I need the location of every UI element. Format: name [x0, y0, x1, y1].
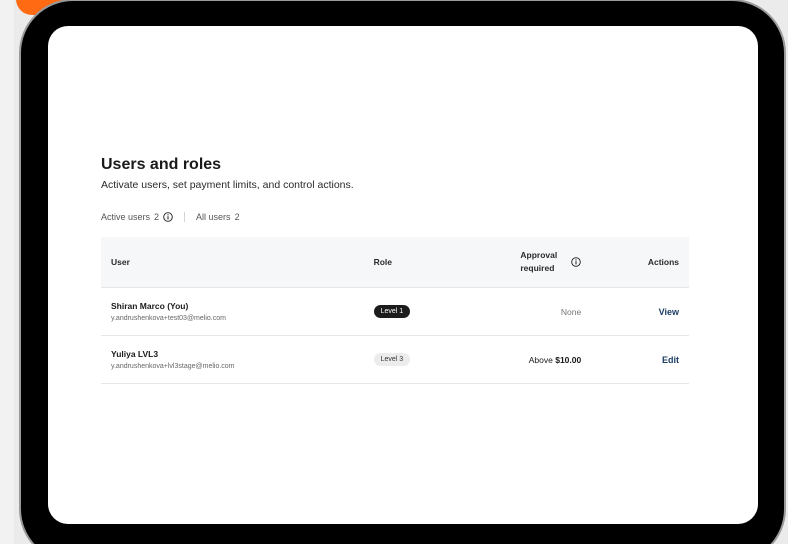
header-user: User	[101, 237, 364, 288]
role-cell: Level 1	[363, 287, 462, 336]
table-header-row: User Role Approval required Actions	[101, 237, 689, 288]
filter-all-label: All users	[196, 212, 231, 222]
header-approval-line1: Approval	[520, 250, 558, 260]
users-roles-content: Users and roles Activate users, set paym…	[101, 156, 689, 384]
header-approval-text: Approval required	[520, 249, 557, 275]
action-cell: Edit	[591, 335, 689, 384]
role-cell: Level 3	[363, 335, 462, 384]
filter-all-count: 2	[234, 212, 240, 222]
action-cell: View	[591, 287, 689, 336]
left-strip	[0, 0, 14, 544]
page-title: Users and roles	[101, 156, 222, 173]
filter-active-label: Active users	[101, 212, 151, 222]
user-email: y.andrushenkova+lvl3stage@melio.com	[111, 362, 235, 370]
filter-all-users[interactable]: All users 2	[185, 212, 240, 222]
edit-user-link[interactable]: Edit	[662, 355, 679, 365]
info-icon[interactable]	[163, 212, 173, 222]
role-badge: Level 3	[373, 353, 411, 366]
page-subtitle: Activate users, set payment limits, and …	[101, 179, 354, 191]
user-email: y.andrushenkova+test03@melio.com	[111, 314, 226, 322]
header-approval-line2: required	[520, 263, 555, 273]
view-user-link[interactable]: View	[659, 307, 679, 317]
approval-value: Above $10.00	[529, 355, 581, 365]
table-row: Yuliya LVL3 y.andrushenkova+lvl3stage@me…	[101, 335, 689, 384]
stage: Users and roles Activate users, set paym…	[0, 0, 788, 544]
header-actions: Actions	[591, 237, 689, 288]
user-cell: Yuliya LVL3 y.andrushenkova+lvl3stage@me…	[101, 335, 364, 384]
approval-amount: $10.00	[555, 354, 582, 365]
header-approval: Approval required	[461, 237, 592, 288]
tablet-screen: Users and roles Activate users, set paym…	[48, 26, 758, 524]
role-badge: Level 1	[373, 305, 411, 318]
filter-active-count: 2	[154, 212, 160, 222]
users-table: User Role Approval required Actions Shir…	[101, 237, 689, 384]
approval-prefix: Above	[528, 354, 553, 365]
approval-cell: Above $10.00	[461, 335, 592, 384]
approval-value: None	[560, 306, 582, 317]
user-name: Yuliya LVL3	[111, 348, 159, 359]
filter-active-users[interactable]: Active users 2	[101, 212, 186, 222]
table-row: Shiran Marco (You) y.andrushenkova+test0…	[101, 287, 689, 336]
user-name: Shiran Marco (You)	[111, 300, 189, 311]
approval-info-icon[interactable]	[571, 257, 581, 267]
approval-cell: None	[461, 287, 592, 336]
user-cell: Shiran Marco (You) y.andrushenkova+test0…	[101, 287, 364, 336]
header-role: Role	[363, 237, 462, 288]
user-filter-tabs: Active users 2 All users 2	[101, 209, 689, 225]
